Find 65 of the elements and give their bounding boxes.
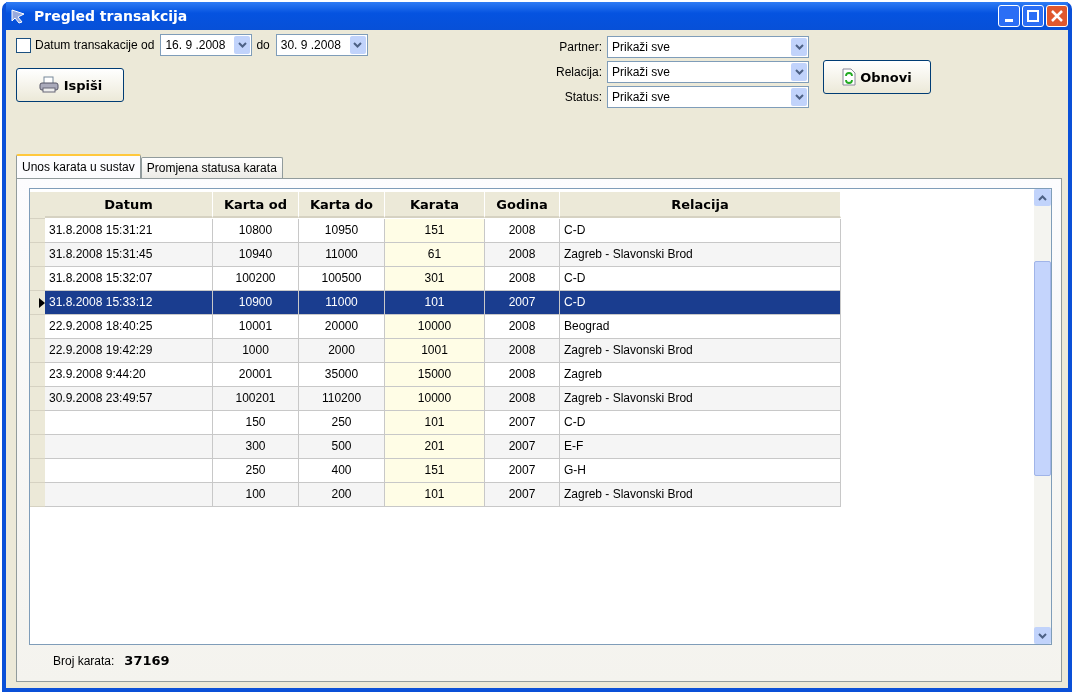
table-row[interactable]: 30.9.2008 23:49:57 100201 110200 10000 2008 Zagreb - Slavonski Brod — [30, 387, 841, 411]
table-cell: Zagreb - Slavonski Brod — [560, 483, 841, 507]
row-header[interactable] — [30, 291, 45, 315]
table-row[interactable]: 22.9.2008 19:42:29 1000 2000 1001 2008 Zagreb - Slavonski Brod — [30, 339, 841, 363]
column-header[interactable]: Karta do — [299, 192, 385, 218]
total-value: 37169 — [124, 653, 170, 668]
close-icon — [1051, 10, 1063, 22]
scroll-thumb[interactable] — [1034, 261, 1051, 476]
date-to-label: do — [256, 38, 270, 52]
table-cell: 2007 — [485, 483, 560, 507]
scroll-down-button[interactable] — [1034, 627, 1051, 644]
table-cell: 1001 — [385, 339, 485, 363]
refresh-button[interactable]: Obnovi — [823, 60, 931, 94]
table-cell: 101 — [385, 411, 485, 435]
date-picker[interactable]: 16. 9 .2008 — [160, 34, 253, 56]
table-row[interactable]: 100 200 101 2007 Zagreb - Slavonski Brod — [30, 483, 841, 507]
filter-label: Partner: — [558, 40, 602, 54]
vertical-scrollbar[interactable] — [1034, 189, 1051, 644]
maximize-button[interactable] — [1022, 5, 1044, 27]
column-header[interactable]: Karta od — [213, 192, 299, 218]
table-row[interactable]: 22.9.2008 18:40:25 10001 20000 10000 2008 Beograd — [30, 315, 841, 339]
table-row[interactable]: 31.8.2008 15:31:21 10800 10950 151 2008 C-D — [30, 219, 841, 243]
table-row[interactable]: 31.8.2008 15:32:07 100200 100500 301 2008 C-D — [30, 267, 841, 291]
table-cell: 61 — [385, 243, 485, 267]
printer-icon — [37, 76, 60, 94]
column-header[interactable]: Godina — [485, 192, 560, 218]
window-title: Pregled transakcija — [34, 8, 188, 24]
table-cell: 10000 — [385, 315, 485, 339]
filter-label: Relacija: — [554, 65, 602, 79]
table-cell: 151 — [385, 459, 485, 483]
table-cell: 100 — [213, 483, 299, 507]
table-cell: 201 — [385, 435, 485, 459]
table-cell: 151 — [385, 219, 485, 243]
tab[interactable]: Unos karata u sustav — [16, 154, 141, 178]
checkbox[interactable] — [16, 37, 31, 53]
minimize-button[interactable] — [998, 5, 1020, 27]
column-header[interactable]: Datum — [45, 192, 213, 218]
print-button[interactable]: Ispiši — [16, 68, 124, 102]
current-row-icon — [39, 297, 45, 308]
column-header[interactable]: Relacija — [560, 192, 841, 218]
filter-dropdown[interactable]: Prikaži sve — [607, 36, 809, 58]
date-picker[interactable]: 30. 9 .2008 — [275, 34, 368, 56]
table-row[interactable]: 150 250 101 2007 C-D — [30, 411, 841, 435]
row-header — [30, 192, 45, 219]
maximize-icon — [1027, 10, 1039, 22]
table-cell: 10000 — [385, 387, 485, 411]
close-button[interactable] — [1046, 5, 1068, 27]
filter-label: Status: — [563, 90, 602, 104]
table-row[interactable]: 300 500 201 2007 E-F — [30, 435, 841, 459]
minimize-icon — [1005, 18, 1013, 22]
table-row[interactable]: 31.8.2008 15:31:45 10940 11000 61 2008 Zagreb - Slavonski Brod — [30, 243, 841, 267]
table-row[interactable]: 31.8.2008 15:33:12 10900 11000 101 2007 C-D — [30, 291, 841, 315]
tab[interactable]: Promjena statusa karata — [140, 157, 283, 178]
table-cell: 101 — [385, 483, 485, 507]
refresh-document-icon — [842, 68, 857, 86]
table-row[interactable]: 23.9.2008 9:44:20 20001 35000 15000 2008 Zagreb — [30, 363, 841, 387]
table-row[interactable]: 250 400 151 2007 G-H — [30, 459, 841, 483]
total-label: Broj karata: — [53, 653, 115, 668]
scroll-up-button[interactable] — [1034, 189, 1051, 206]
checkbox-label: Datum transakacije od — [35, 38, 155, 52]
filter-dropdown[interactable]: Prikaži sve — [607, 61, 809, 83]
table-cell: 301 — [385, 267, 485, 291]
filter-dropdown[interactable]: Prikaži sve — [607, 86, 809, 108]
column-header[interactable]: Karata — [385, 192, 485, 218]
table-cell: 15000 — [385, 363, 485, 387]
